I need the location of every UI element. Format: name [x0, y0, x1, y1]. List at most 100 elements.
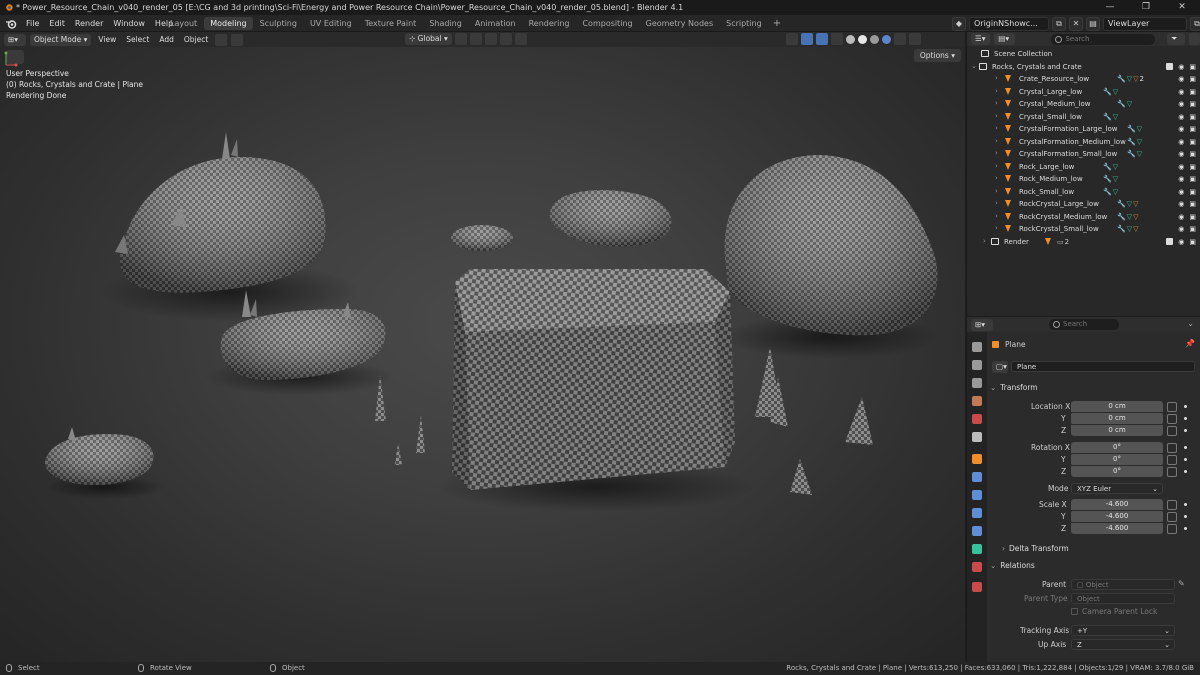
editor-type-dropdown[interactable]: ⊞▾ [4, 33, 26, 46]
menu-edit[interactable]: Edit [44, 19, 70, 28]
minimize-button[interactable]: — [1092, 0, 1128, 15]
eye-icon[interactable]: ◉ [1178, 100, 1184, 108]
pause-render-icon[interactable] [909, 33, 921, 45]
xray-icon[interactable] [831, 33, 843, 45]
eyedropper-icon[interactable]: ✎ [1178, 579, 1185, 588]
tracking-axis-select[interactable]: +Y ⌄ [1071, 625, 1175, 636]
expand-chevron-icon[interactable]: › [995, 87, 998, 95]
camera-icon[interactable]: ▣ [1189, 238, 1196, 246]
lock-icon[interactable] [1167, 443, 1177, 453]
expand-chevron-icon[interactable]: › [995, 199, 998, 207]
object-visibility[interactable]: ◉ ▣ [1178, 75, 1196, 83]
eye-icon[interactable]: ◉ [1178, 113, 1184, 121]
pin-icon[interactable]: 📌 [1185, 339, 1195, 348]
eye-icon[interactable]: ◉ [1178, 163, 1184, 171]
eye-icon[interactable]: ◉ [1178, 175, 1184, 183]
object-mode-dropdown[interactable]: Object Mode ▾ [30, 33, 92, 46]
gizmo-toggle-icon[interactable] [801, 33, 813, 45]
rendered-shading-icon[interactable] [882, 34, 891, 44]
keyframe-dot-icon[interactable] [1184, 515, 1187, 518]
expand-chevron-icon[interactable]: › [995, 99, 998, 107]
object-visibility[interactable]: ◉ ▣ [1178, 188, 1196, 196]
outliner-object-row[interactable]: › Crystal_Large_low 🔧▽ ◉ ▣ [967, 86, 1200, 99]
object-name-field[interactable]: Plane [1011, 361, 1195, 372]
outliner-object-row[interactable]: › Rock_Medium_low 🔧▽ ◉ ▣ [967, 173, 1200, 186]
expand-chevron-icon[interactable]: › [995, 74, 998, 82]
crate-mesh[interactable] [452, 269, 735, 490]
visibility-icon[interactable] [786, 33, 798, 45]
expand-chevron-icon[interactable]: › [995, 112, 998, 120]
eye-icon[interactable]: ◉ [1178, 200, 1184, 208]
3d-viewport[interactable]: User Perspective (0) Rocks, Crystals and… [0, 47, 965, 662]
collection-visibility[interactable]: ◉ ▣ [1178, 63, 1196, 71]
modifier-tab-icon[interactable] [972, 472, 982, 482]
lock-icon[interactable] [1167, 467, 1177, 477]
object-visibility[interactable]: ◉ ▣ [1178, 213, 1196, 221]
keyframe-dot-icon[interactable] [1184, 527, 1187, 530]
menu-window[interactable]: Window [108, 19, 150, 28]
keyframe-dot-icon[interactable] [1184, 405, 1187, 408]
menu-select[interactable]: Select [123, 35, 152, 44]
object-tab-icon[interactable] [972, 454, 982, 464]
object-visibility[interactable]: ◉ ▣ [1178, 200, 1196, 208]
tab-sculpting[interactable]: Sculpting [254, 17, 303, 30]
scale-x-field[interactable]: -4.600 [1071, 499, 1163, 510]
delete-scene-icon[interactable]: ✕ [1069, 16, 1083, 31]
lock-icon[interactable] [1167, 402, 1177, 412]
delta-transform-header[interactable]: › Delta Transform [1002, 544, 1200, 557]
tab-modeling[interactable]: Modeling [204, 17, 253, 30]
eye-icon[interactable]: ◉ [1178, 88, 1184, 96]
outliner-object-row[interactable]: › Rock_Large_low 🔧▽ ◉ ▣ [967, 161, 1200, 174]
transform-panel-header[interactable]: ⌄ Transform [990, 383, 1195, 396]
falloff-icon[interactable] [514, 33, 527, 45]
solid-shading-icon[interactable] [858, 34, 867, 44]
object-visibility[interactable]: ◉ ▣ [1178, 163, 1196, 171]
location-x-field[interactable]: 0 cm [1071, 401, 1163, 412]
pebble-mesh[interactable] [451, 225, 513, 251]
properties-options-icon[interactable]: ⌄ [1187, 319, 1194, 328]
location-z-field[interactable]: 0 cm [1071, 425, 1163, 436]
scene-icon[interactable]: ◆ [952, 16, 966, 31]
render-collection-row[interactable]: › Render ▭2 ◉ ▣ [967, 236, 1200, 249]
rotation-x-field[interactable]: 0° [1071, 442, 1163, 453]
outliner-object-row[interactable]: › RockCrystal_Small_low 🔧▽▽ ◉ ▣ [967, 223, 1200, 236]
menu-add[interactable]: Add [156, 35, 177, 44]
render-visibility[interactable]: ◉ ▣ [1178, 238, 1196, 246]
rock-small-mesh[interactable] [45, 427, 154, 486]
new-collection-icon[interactable] [1188, 33, 1200, 45]
properties-search-input[interactable]: Search [1049, 319, 1119, 330]
eye-icon[interactable]: ◉ [1178, 125, 1184, 133]
expand-chevron-icon[interactable]: › [995, 124, 998, 132]
camera-icon[interactable]: ▣ [1189, 163, 1196, 171]
camera-icon[interactable]: ▣ [1189, 63, 1196, 71]
overlay-toggle-icon[interactable] [816, 33, 828, 45]
outliner-object-row[interactable]: › Crystal_Medium_low 🔧▽ ◉ ▣ [967, 98, 1200, 111]
scene-tab-icon[interactable] [972, 414, 982, 424]
camera-icon[interactable]: ▣ [1189, 113, 1196, 121]
location-y-field[interactable]: 0 cm [1071, 413, 1163, 424]
rock-right-mesh[interactable] [724, 155, 938, 336]
tab-scripting[interactable]: Scripting [720, 17, 768, 30]
object-browse-dropdown[interactable]: ▢▾ [992, 361, 1008, 373]
keyframe-dot-icon[interactable] [1184, 458, 1187, 461]
eye-icon[interactable]: ◉ [1178, 75, 1184, 83]
render-checkbox[interactable] [1166, 237, 1173, 245]
keyframe-dot-icon[interactable] [1184, 470, 1187, 473]
tab-geometry-nodes[interactable]: Geometry Nodes [640, 17, 719, 30]
tool-tab-icon[interactable] [972, 342, 982, 352]
outliner-editor-type[interactable]: ☰▾ [971, 33, 991, 45]
eye-icon[interactable]: ◉ [1178, 213, 1184, 221]
menu-view[interactable]: View [95, 35, 119, 44]
transform-orientation-dropdown[interactable]: ⊹ Global ▾ [405, 33, 452, 45]
outliner-object-row[interactable]: › Crate_Resource_low 🔧▽▽2 ◉ ▣ [967, 73, 1200, 86]
expand-chevron-icon[interactable]: › [995, 174, 998, 182]
outliner-object-row[interactable]: › Crystal_Small_low 🔧▽ ◉ ▣ [967, 111, 1200, 124]
particles-tab-icon[interactable] [972, 490, 982, 500]
lock-icon[interactable] [1167, 426, 1177, 436]
eye-icon[interactable]: ◉ [1178, 138, 1184, 146]
expand-chevron-icon[interactable]: › [995, 187, 998, 195]
eye-icon[interactable]: ◉ [1178, 188, 1184, 196]
crystal-cluster-left[interactable] [375, 375, 425, 465]
material-tab-icon[interactable] [972, 562, 982, 572]
shading-popover-icon[interactable] [894, 33, 906, 45]
